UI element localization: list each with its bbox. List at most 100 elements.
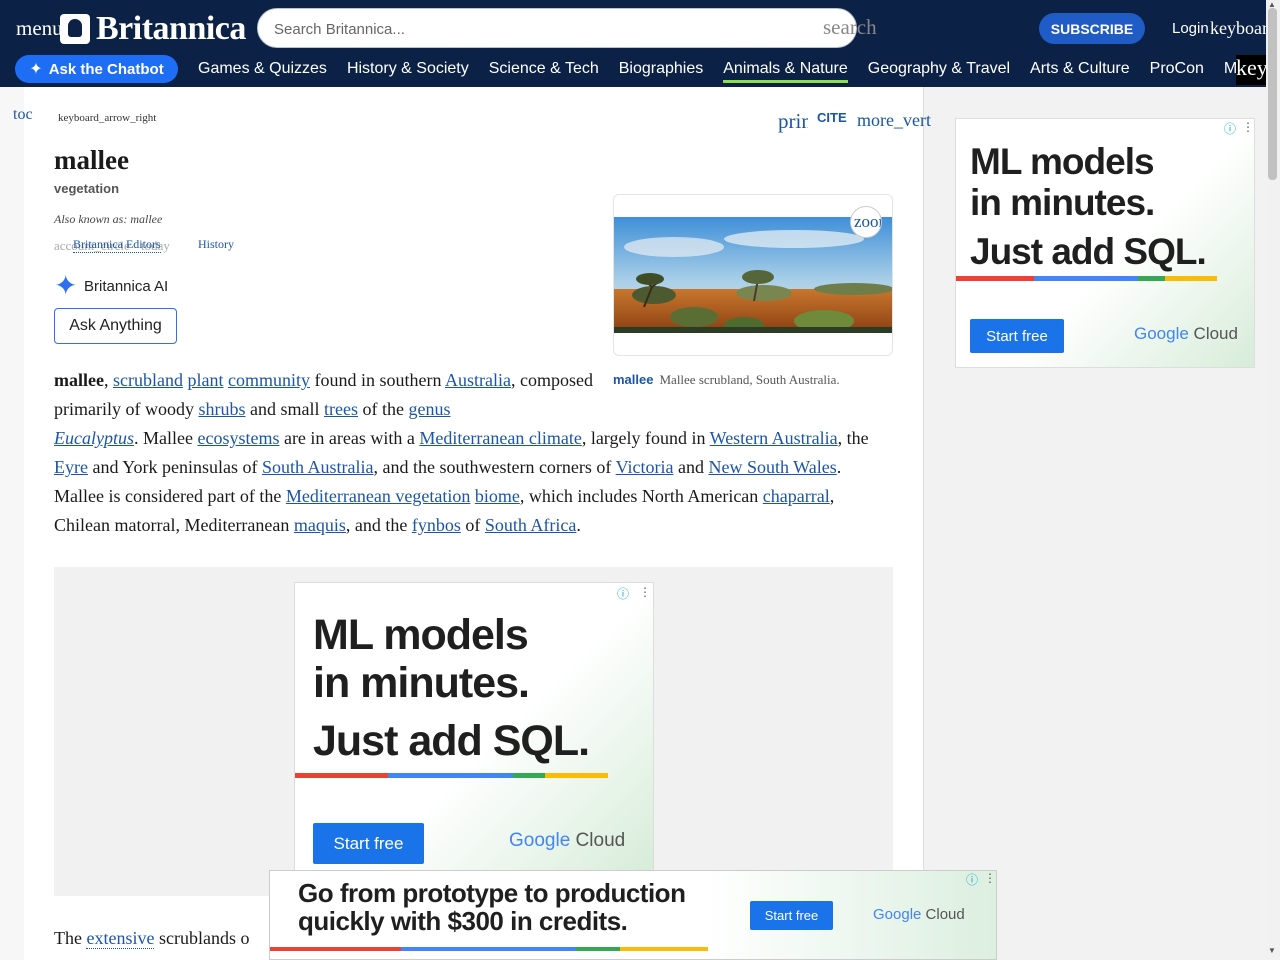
link-shrubs[interactable]: shrubs [198,399,245,419]
ad-bar-yellow [545,773,608,778]
left-rail [0,87,24,960]
ad-start-free-button[interactable]: Start free [313,823,424,864]
article-paragraph-1: mallee, scrubland plant community found … [54,370,869,535]
link-community[interactable]: community [228,370,310,390]
nav-science-tech[interactable]: Science & Tech [489,60,599,83]
cloud-wordmark: Cloud [921,906,965,923]
link-scrubland[interactable]: scrubland [113,370,183,390]
ad-info-icon[interactable]: ⓘ [966,871,978,888]
link-australia[interactable]: Australia [445,370,511,390]
keyboard-arrow-down-icon[interactable]: keyboard_arrow_down [1210,18,1270,39]
link-south-australia[interactable]: South Australia [262,457,374,477]
text-run: , the [837,428,869,448]
text-run: and [673,457,704,477]
ad-info-icon[interactable]: ⓘ [1224,120,1236,137]
google-wordmark: Google [873,906,922,923]
thistle-logo-icon [60,14,90,44]
link-extensive[interactable]: extensive [86,928,155,949]
text-run: , largely found in [581,428,710,448]
page-subtitle: vegetation [54,181,120,196]
nav-geography-travel[interactable]: Geography & Travel [868,60,1010,83]
scroll-up-arrow-icon[interactable]: ▲ [1268,0,1276,9]
ask-anything-button[interactable]: Ask Anything [54,308,177,344]
logo-text: Britannica [96,10,246,47]
link-victoria[interactable]: Victoria [616,457,674,477]
ad-menu-icon[interactable]: ⋮ [639,585,651,599]
scrollbar-thumb[interactable] [1268,8,1277,180]
editors-link[interactable]: Britannica Editors [73,237,161,253]
google-wordmark: Google [1134,324,1189,343]
text-run: are in areas with a [279,428,420,448]
text-run: The [54,928,87,948]
history-link[interactable]: History [198,237,234,252]
nav-overflow-icon[interactable]: key [1236,55,1266,85]
mallee-photo[interactable] [614,217,892,333]
text-run: , and the [345,515,412,535]
sticky-bottom-ad[interactable]: Go from prototype to production quickly … [269,870,997,960]
toc-icon[interactable]: toc [13,106,33,124]
ad-bar-green [1138,276,1165,281]
britannica-logo[interactable]: Britannica [60,10,246,48]
zoom-in-icon[interactable]: zoom_in [850,206,882,238]
cite-button[interactable]: CITE [817,110,847,125]
sidebar-ad[interactable]: ML models in minutes. Just add SQL. Star… [955,118,1255,368]
link-eyre[interactable]: Eyre [54,457,88,477]
ad-menu-icon[interactable]: ⋮ [984,871,996,885]
print-icon[interactable]: print [778,109,808,134]
nav-arts-culture[interactable]: Arts & Culture [1030,60,1130,83]
nav-animals-nature[interactable]: Animals & Nature [723,60,848,83]
inline-ad[interactable]: ML models in minutes. Just add SQL. Star… [294,582,654,872]
search-input[interactable] [274,17,794,41]
google-cloud-logo: Google Cloud [1134,324,1238,344]
ad-start-free-button[interactable]: Start free [750,901,833,930]
nav-games-quizzes[interactable]: Games & Quizzes [198,60,327,83]
subscribe-button[interactable]: SUBSCRIBE [1039,13,1145,44]
keyboard-arrow-right-icon[interactable]: keyboard_arrow_right [58,112,156,124]
ad-headline: Go from prototype to production quickly … [298,879,686,935]
link-eucalyptus[interactable]: Eucalyptus [54,428,134,448]
login-link[interactable]: Login [1172,20,1209,37]
link-plant[interactable]: plant [187,370,223,390]
sparkle-icon: ✦ [29,61,43,78]
link-chaparral[interactable]: chaparral [763,486,830,506]
link-genus[interactable]: genus [408,399,450,419]
ad-line-2: in minutes. [970,182,1155,223]
ad-bar-blue [388,773,513,778]
google-cloud-logo: Google Cloud [509,830,625,852]
nav-biographies[interactable]: Biographies [619,60,704,83]
ad-start-free-button[interactable]: Start free [970,319,1064,353]
link-south-africa[interactable]: South Africa [485,515,577,535]
link-maquis[interactable]: maquis [294,515,346,535]
link-biome[interactable]: biome [475,486,520,506]
page-title: mallee [54,145,129,175]
link-western-australia[interactable]: Western Australia [710,428,838,448]
link-ecosystems[interactable]: ecosystems [197,428,279,448]
text-run: and York peninsulas of [87,457,262,477]
ad-menu-icon[interactable]: ⋮ [1242,120,1254,134]
text-run: of [460,515,485,535]
text-run: of the [357,399,409,419]
article-paragraph-2: The extensive scrublands o [54,928,249,949]
ad-line-3: Just add SQL. [313,717,590,765]
ad-bar-yellow [620,947,708,951]
nav-procon[interactable]: ProCon [1150,60,1204,83]
text-run: and small [245,399,324,419]
link-fynbos[interactable]: fynbos [412,515,461,535]
ai-sparkle-icon [54,269,78,302]
ask-chatbot-button[interactable]: ✦ Ask the Chatbot [15,55,178,83]
more-vert-icon[interactable]: more_vert [857,110,931,131]
nav-history-society[interactable]: History & Society [347,60,469,83]
ad-info-icon[interactable]: ⓘ [617,585,629,602]
lead-term: mallee [54,370,104,390]
link-trees[interactable]: trees [324,399,358,419]
ad-headline: ML models in minutes. Just add SQL. [970,141,1207,272]
search-icon[interactable]: search [823,15,877,40]
link-mediterranean-climate[interactable]: Mediterranean climate [419,428,581,448]
link-mediterranean-vegetation[interactable]: Mediterranean vegetation [286,486,470,506]
google-cloud-logo: Google Cloud [873,906,965,923]
scroll-down-arrow-icon[interactable]: ▼ [1268,946,1276,955]
text-run: found in southern [309,370,445,390]
link-new-south-wales[interactable]: New South Wales [709,457,837,477]
menu-icon[interactable]: menu [16,16,63,41]
text-run: , and the southwestern corners of [373,457,616,477]
